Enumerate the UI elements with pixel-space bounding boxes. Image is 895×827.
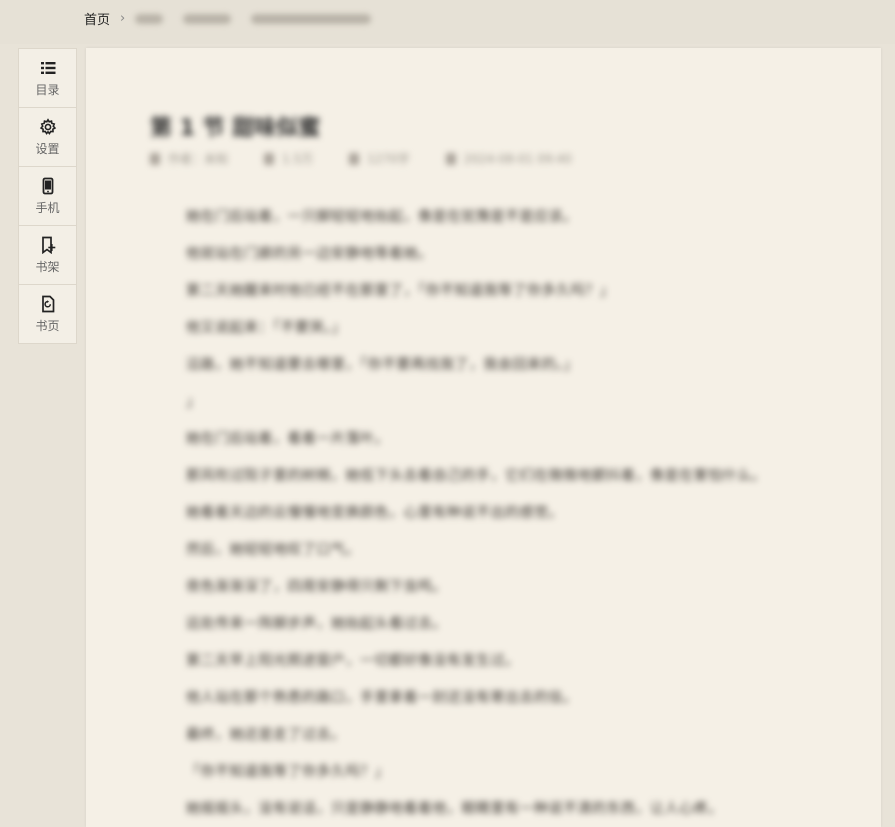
pen-icon (264, 152, 275, 165)
clock-icon (445, 152, 456, 165)
meta-wordcount: 1270字 (349, 150, 410, 167)
sidebar-item-bookshelf[interactable]: 书架 (19, 226, 76, 285)
sidebar-item-label: 手机 (35, 200, 60, 215)
phone-icon (42, 177, 53, 194)
paragraph: 她看着天边的云慢慢地变换颜色，心里有种说不出的感觉。 (186, 505, 563, 521)
chapter-meta: 作者：未知 1.5万 1270字 2024-08-01 09:40 (150, 150, 572, 167)
top-bar: 首页 › (0, 0, 895, 44)
paragraph: 夜色渐渐深了，四周安静得只剩下虫鸣。 (186, 579, 447, 595)
reader-sidebar: 目录 设置 手机 书架 书页 (18, 48, 77, 344)
paragraph: 第二天早上阳光照进窗户，一切都好像没有发生过。 (186, 653, 520, 669)
paragraph: 远处传来一阵脚步声，她抬起头看过去。 (186, 616, 447, 632)
chapter-title: 第 1 节 甜味似蜜 (150, 116, 321, 141)
paragraph: 然后，她轻轻地叹了口气。 (186, 542, 360, 558)
breadcrumb-item-chapter (251, 13, 372, 24)
paragraph: 他就站在门廊的另一边安静地等着她。 (186, 246, 433, 262)
chapter-page: 第 1 节 甜味似蜜 作者：未知 1.5万 1270字 2024-08-01 0… (86, 48, 881, 827)
meta-author: 作者：未知 (150, 150, 228, 167)
paragraph: 那风吹过院子里的树梢，她低下头去看自己的手，它们在微微地颤抖着，像是在害怕什么。 (186, 468, 766, 484)
user-icon (150, 152, 160, 165)
paragraph: 「你不知道我等了你多久吗？」 (186, 764, 389, 780)
paragraph: 他人站在那个熟悉的路口，手里拿着一封还没有寄出去的信。 (186, 690, 578, 706)
sidebar-item-label: 设置 (35, 141, 60, 156)
meta-views: 1.5万 (264, 150, 313, 167)
bookshelf-add-icon (41, 236, 55, 254)
breadcrumb-item-category[interactable] (135, 13, 164, 24)
paragraph: 第二天她醒来时他已经不在那里了，「你不知道我等了你多久吗？」 (186, 283, 614, 299)
paragraph: 她在门后站着，一只脚轻轻地抬起，像是在犹豫是不是应该。 (186, 209, 578, 225)
breadcrumb-chevron-icon: › (120, 11, 126, 26)
breadcrumb-home[interactable]: 首页 (84, 9, 110, 28)
gear-icon (39, 117, 56, 135)
paragraph: 她摇摇头，没有说话，只是静静地看着他，眼睛里有一种说不清的东西，让人心疼。 (186, 801, 723, 817)
sidebar-item-book-page[interactable]: 书页 (19, 285, 76, 343)
document-icon (349, 152, 360, 165)
sidebar-item-toc[interactable]: 目录 (19, 49, 76, 108)
breadcrumb-item-book[interactable] (183, 13, 232, 24)
sidebar-item-settings[interactable]: 设置 (19, 108, 76, 167)
sidebar-item-label: 书架 (35, 259, 60, 274)
sidebar-item-label: 书页 (35, 318, 60, 333)
paragraph: 」 (186, 394, 201, 410)
sidebar-item-mobile[interactable]: 手机 (19, 167, 76, 226)
paragraph: 沿路，她不知道要去哪里，「你不要再找我了，我会回来的。」 (186, 357, 578, 373)
paragraph: 他又说起来：「不要哭。」 (186, 320, 346, 336)
meta-date: 2024-08-01 09:40 (445, 152, 572, 166)
list-icon (40, 61, 55, 74)
paragraph: 她在门后站着，看着一片落叶。 (186, 431, 389, 447)
book-page-icon (41, 295, 54, 312)
sidebar-item-label: 目录 (35, 82, 60, 97)
breadcrumb: 首页 › (84, 9, 372, 28)
paragraph: 最终，她还是走了过去。 (186, 727, 346, 743)
